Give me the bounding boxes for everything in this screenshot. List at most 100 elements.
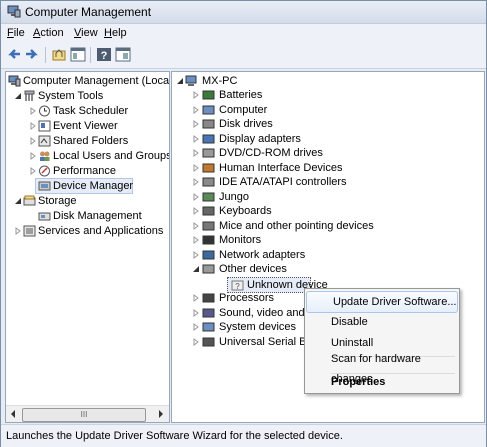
computer-icon <box>202 105 215 114</box>
horizontal-scrollbar[interactable]: III <box>6 405 169 422</box>
title-bar: Computer Management <box>1 1 486 24</box>
collapsed-arrow-icon[interactable] <box>192 323 200 331</box>
disk-drives-icon <box>202 119 215 129</box>
device-other-devices[interactable]: Other devices <box>189 262 379 276</box>
properties-pane-icon[interactable] <box>114 46 132 63</box>
network-adapters-icon <box>202 250 215 259</box>
tools-icon <box>24 90 35 101</box>
batteries-icon <box>202 90 215 100</box>
collapsed-arrow-icon[interactable] <box>192 105 200 114</box>
collapsed-arrow-icon[interactable] <box>29 137 37 145</box>
menu-item-update-driver[interactable]: Update Driver Software... <box>306 291 458 313</box>
collapsed-arrow-icon[interactable] <box>192 308 200 317</box>
forward-arrow-icon[interactable] <box>23 46 41 63</box>
device-human-interface-devices[interactable]: Human Interface Devices <box>189 161 379 175</box>
device-unknown-device[interactable]: ? Unknown device <box>227 277 328 293</box>
device-jungo[interactable]: Jungo <box>189 190 379 204</box>
device-monitors[interactable]: Monitors <box>189 233 379 247</box>
device-dvd-cd-rom-drives[interactable]: DVD/CD-ROM drives <box>189 146 379 160</box>
tree-item-device-manager[interactable]: Device Manager <box>35 178 133 194</box>
collapsed-arrow-icon[interactable] <box>192 192 200 201</box>
tree-item-system-tools[interactable]: System Tools <box>8 89 168 103</box>
computer-icon <box>185 75 197 86</box>
collapsed-arrow-icon[interactable] <box>29 107 37 115</box>
collapsed-arrow-icon[interactable] <box>14 227 22 235</box>
collapsed-arrow-icon[interactable] <box>192 120 200 128</box>
device-computer[interactable]: Computer <box>189 103 379 117</box>
tree-item-storage[interactable]: Storage <box>8 194 168 208</box>
scrollbar-thumb[interactable]: III <box>22 408 146 422</box>
collapsed-arrow-icon[interactable] <box>192 134 200 143</box>
scroll-right-icon[interactable] <box>157 410 165 418</box>
menu-view[interactable]: View <box>74 27 98 39</box>
tree-item-services-and-applications[interactable]: Services and Applications <box>8 224 169 238</box>
expanded-arrow-icon[interactable] <box>14 92 22 100</box>
menu-item-scan-hardware[interactable]: Scan for hardware changes <box>305 349 459 385</box>
collapsed-arrow-icon[interactable] <box>192 250 200 259</box>
tree-item-label: Event Viewer <box>53 120 118 132</box>
device-label: Keyboards <box>219 205 272 217</box>
collapsed-arrow-icon[interactable] <box>29 167 37 175</box>
device-label: Monitors <box>219 234 262 246</box>
console-tree-pane: Computer Management (Local System Tools … <box>5 71 170 423</box>
expanded-arrow-icon[interactable] <box>176 77 184 85</box>
tree-item-label: Device Manager <box>53 180 134 192</box>
tree-item-disk-management[interactable]: Disk Management <box>8 209 168 223</box>
collapsed-arrow-icon[interactable] <box>29 152 37 160</box>
dvd-cd-rom-drives-icon <box>202 148 215 158</box>
svg-text:?: ? <box>235 282 240 291</box>
collapsed-arrow-icon[interactable] <box>192 236 200 244</box>
menu-file[interactable]: File <box>7 27 25 39</box>
tree-item-label: Services and Applications <box>38 225 164 237</box>
device-mice-and-pointing-devices[interactable]: Mice and other pointing devices <box>189 219 379 233</box>
up-folder-icon[interactable] <box>50 46 68 63</box>
collapsed-arrow-icon[interactable] <box>192 163 200 172</box>
collapsed-arrow-icon[interactable] <box>192 178 200 186</box>
tree-item-performance[interactable]: Performance <box>8 164 168 178</box>
users-icon <box>40 151 50 161</box>
expanded-arrow-icon[interactable] <box>14 197 22 205</box>
expanded-arrow-icon[interactable] <box>192 265 200 273</box>
context-menu: Update Driver Software... Disable Uninst… <box>304 288 460 394</box>
ide-ata-atapi-controllers-icon <box>202 177 215 187</box>
tree-item-shared-folders[interactable]: Shared Folders <box>8 134 168 148</box>
tree-item-label: Computer Management (Local <box>23 75 170 87</box>
scroll-left-icon[interactable] <box>9 410 17 418</box>
device-ide-ata-atapi-controllers[interactable]: IDE ATA/ATAPI controllers <box>189 175 379 189</box>
device-network-adapters[interactable]: Network adapters <box>189 248 379 262</box>
tree-item-label: Local Users and Groups <box>53 150 170 162</box>
back-arrow-icon[interactable] <box>5 46 23 63</box>
human-interface-devices-icon <box>202 163 215 172</box>
device-display-adapters[interactable]: Display adapters <box>189 132 379 146</box>
toolbar-separator <box>45 47 46 63</box>
collapsed-arrow-icon[interactable] <box>192 91 200 99</box>
collapsed-arrow-icon[interactable] <box>192 149 200 157</box>
tree-item-task-scheduler[interactable]: Task Scheduler <box>8 104 168 118</box>
menu-item-disable[interactable]: Disable <box>305 312 459 332</box>
collapsed-arrow-icon[interactable] <box>192 207 200 215</box>
toolbar: ? <box>1 42 486 69</box>
device-keyboards[interactable]: Keyboards <box>189 204 379 218</box>
device-batteries[interactable]: Batteries <box>189 88 379 102</box>
collapsed-arrow-icon[interactable] <box>192 221 200 230</box>
tree-item-label: Task Scheduler <box>53 105 129 117</box>
system-devices-icon <box>202 322 215 332</box>
device-label: Display adapters <box>219 132 301 145</box>
unknown-device-icon: ? <box>231 280 244 291</box>
tree-item-computer-management[interactable]: Computer Management (Local <box>8 74 170 88</box>
menu-action[interactable]: Action <box>33 27 64 39</box>
device-disk-drives[interactable]: Disk drives <box>189 117 379 131</box>
collapsed-arrow-icon[interactable] <box>192 294 200 302</box>
device-label: System devices <box>219 321 297 333</box>
tree-item-event-viewer[interactable]: Event Viewer <box>8 119 168 133</box>
menu-item-properties[interactable]: Properties <box>305 372 459 392</box>
show-hide-tree-icon[interactable] <box>69 46 87 63</box>
tree-item-local-users-and-groups[interactable]: Local Users and Groups <box>8 149 170 163</box>
menu-help[interactable]: Help <box>104 27 127 39</box>
collapsed-arrow-icon[interactable] <box>29 122 37 130</box>
help-icon[interactable]: ? <box>95 46 113 63</box>
device-tree-root-label: MX-PC <box>202 75 238 87</box>
collapsed-arrow-icon[interactable] <box>192 337 200 346</box>
device-tree-root[interactable]: MX-PC <box>174 74 374 88</box>
device-label: Disk drives <box>219 118 273 130</box>
